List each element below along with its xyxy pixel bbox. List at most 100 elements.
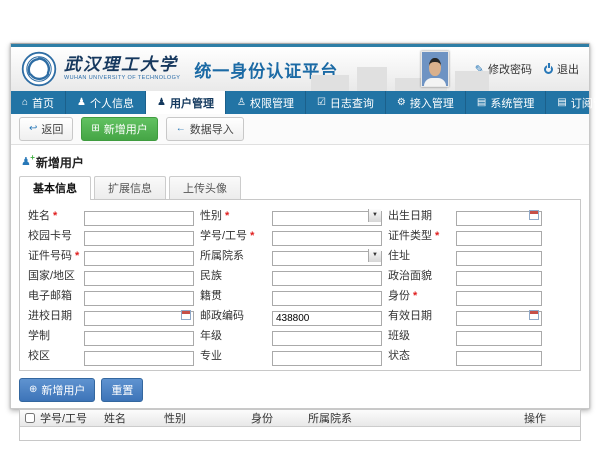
education-length-input[interactable] [84, 331, 194, 346]
field-label-text: 学制 [28, 330, 50, 342]
form-actions: ⊕ 新增用户 重置 [19, 378, 581, 402]
field-label-text: 性别 [200, 210, 222, 222]
nav-item-subscription-management[interactable]: ▤订阅管理 [546, 91, 600, 114]
nav-item-log-query[interactable]: ☑日志查询 [306, 91, 386, 114]
class-label: 班级 [388, 327, 450, 343]
calendar-icon[interactable] [529, 310, 539, 320]
status-field [456, 348, 542, 363]
campus-input[interactable] [84, 351, 194, 366]
field-label-text: 状态 [388, 350, 410, 362]
field-label-text: 民族 [200, 270, 222, 282]
birth-date-field [456, 208, 542, 223]
email-input[interactable] [84, 291, 194, 306]
building-shape [311, 75, 349, 91]
select-all-cell [20, 413, 40, 423]
entry-date-field [84, 308, 194, 323]
nav-item-system-management[interactable]: ▤系统管理 [466, 91, 546, 114]
major-input[interactable] [272, 351, 382, 366]
add-user-icon: ⊞ [91, 124, 99, 134]
university-name: 武汉理工大学 [64, 56, 180, 73]
country-region-input[interactable] [84, 271, 194, 286]
address-field [456, 248, 542, 263]
political-status-field [456, 268, 542, 283]
dropdown-arrow-icon[interactable]: ▼ [368, 209, 381, 222]
nav-item-label: 系统管理 [490, 95, 534, 111]
department-input[interactable] [272, 251, 382, 266]
column-header-2: 性别 [164, 410, 251, 426]
department-field: ▼ [272, 248, 382, 263]
select-all-checkbox[interactable] [25, 413, 35, 423]
nav-item-access-management[interactable]: ⚙接入管理 [386, 91, 466, 114]
submit-add-user-button[interactable]: ⊕ 新增用户 [19, 378, 95, 402]
dropdown-arrow-icon[interactable]: ▼ [368, 249, 381, 262]
nav-item-label: 日志查询 [330, 95, 374, 111]
grade-label: 年级 [200, 327, 266, 343]
field-label-text: 籍贯 [200, 290, 222, 302]
calendar-icon[interactable] [529, 210, 539, 220]
valid-date-label: 有效日期 [388, 307, 450, 323]
grade-input[interactable] [272, 331, 382, 346]
data-import-button[interactable]: ← 数据导入 [166, 117, 244, 141]
nav-item-personal-info[interactable]: ♟个人信息 [66, 91, 146, 114]
field-label-text: 姓名 [28, 210, 50, 222]
power-icon [544, 65, 553, 74]
column-header-3: 身份 [251, 410, 308, 426]
nav-item-home[interactable]: ⌂首页 [11, 91, 66, 114]
student-id-label: 学号/工号* [200, 227, 266, 243]
id-number-input[interactable] [84, 251, 194, 266]
address-input[interactable] [456, 251, 542, 266]
section-header: ♟+ 新增用户 [19, 151, 581, 171]
logout-link[interactable]: 退出 [544, 61, 579, 77]
education-length-field [84, 328, 194, 343]
email-field [84, 288, 194, 303]
student-id-input[interactable] [272, 231, 382, 246]
field-label-text: 校园卡号 [28, 230, 72, 242]
toolbar: ↩ 返回 ⊞ 新增用户 ← 数据导入 [11, 114, 589, 145]
calendar-icon[interactable] [181, 310, 191, 320]
name-input[interactable] [84, 211, 194, 226]
home-icon: ⌂ [22, 97, 28, 108]
column-header-5: 操作 [524, 410, 580, 426]
postal-code-label: 邮政编码 [200, 307, 266, 323]
tab-extended-info[interactable]: 扩展信息 [94, 176, 166, 199]
department-label: 所属院系 [200, 247, 266, 263]
required-marker: * [413, 290, 417, 302]
political-status-input[interactable] [456, 271, 542, 286]
postal-code-input[interactable] [272, 311, 382, 326]
back-button[interactable]: ↩ 返回 [19, 117, 73, 141]
tab-label: 扩展信息 [108, 183, 152, 195]
ethnicity-input[interactable] [272, 271, 382, 286]
status-input[interactable] [456, 351, 542, 366]
reset-button[interactable]: 重置 [101, 378, 143, 402]
table-header-row: 学号/工号姓名性别身份所属院系操作 [20, 410, 580, 427]
birth-date-label: 出生日期 [388, 207, 450, 223]
import-arrow-icon: ← [176, 124, 186, 134]
form-grid: 姓名*性别*▼出生日期校园卡号学号/工号*证件类型*证件号码*所属院系▼住址国家… [28, 207, 572, 363]
form-box: 姓名*性别*▼出生日期校园卡号学号/工号*证件类型*证件号码*所属院系▼住址国家… [19, 199, 581, 371]
campus-card-no-label: 校园卡号 [28, 227, 78, 243]
gender-input[interactable] [272, 211, 382, 226]
id-type-input[interactable] [456, 231, 542, 246]
native-place-input[interactable] [272, 291, 382, 306]
identity-input[interactable] [456, 291, 542, 306]
data-import-button-label: 数据导入 [190, 121, 234, 137]
masthead: 武汉理工大学 WUHAN UNIVERSITY OF TECHNOLOGY 统一… [11, 47, 589, 91]
id-number-label: 证件号码* [28, 247, 78, 263]
tab-basic-info[interactable]: 基本信息 [19, 176, 91, 200]
entry-date-input[interactable] [84, 311, 194, 326]
campus-card-no-input[interactable] [84, 231, 194, 246]
add-user-button[interactable]: ⊞ 新增用户 [81, 117, 157, 141]
nav-item-user-management[interactable]: ♟用户管理 [146, 91, 226, 114]
name-field [84, 208, 194, 223]
nav-item-permission-management[interactable]: ♙权限管理 [226, 91, 306, 114]
add-user-button-label: 新增用户 [104, 121, 148, 137]
user-avatar[interactable] [421, 51, 449, 87]
gender-field: ▼ [272, 208, 382, 223]
field-label-text: 国家/地区 [28, 270, 75, 282]
university-name-en: WUHAN UNIVERSITY OF TECHNOLOGY [64, 76, 180, 82]
entry-date-label: 进校日期 [28, 307, 78, 323]
class-input[interactable] [456, 331, 542, 346]
campus-label: 校区 [28, 347, 78, 363]
student-id-field [272, 228, 382, 243]
tab-upload-avatar[interactable]: 上传头像 [169, 176, 241, 199]
